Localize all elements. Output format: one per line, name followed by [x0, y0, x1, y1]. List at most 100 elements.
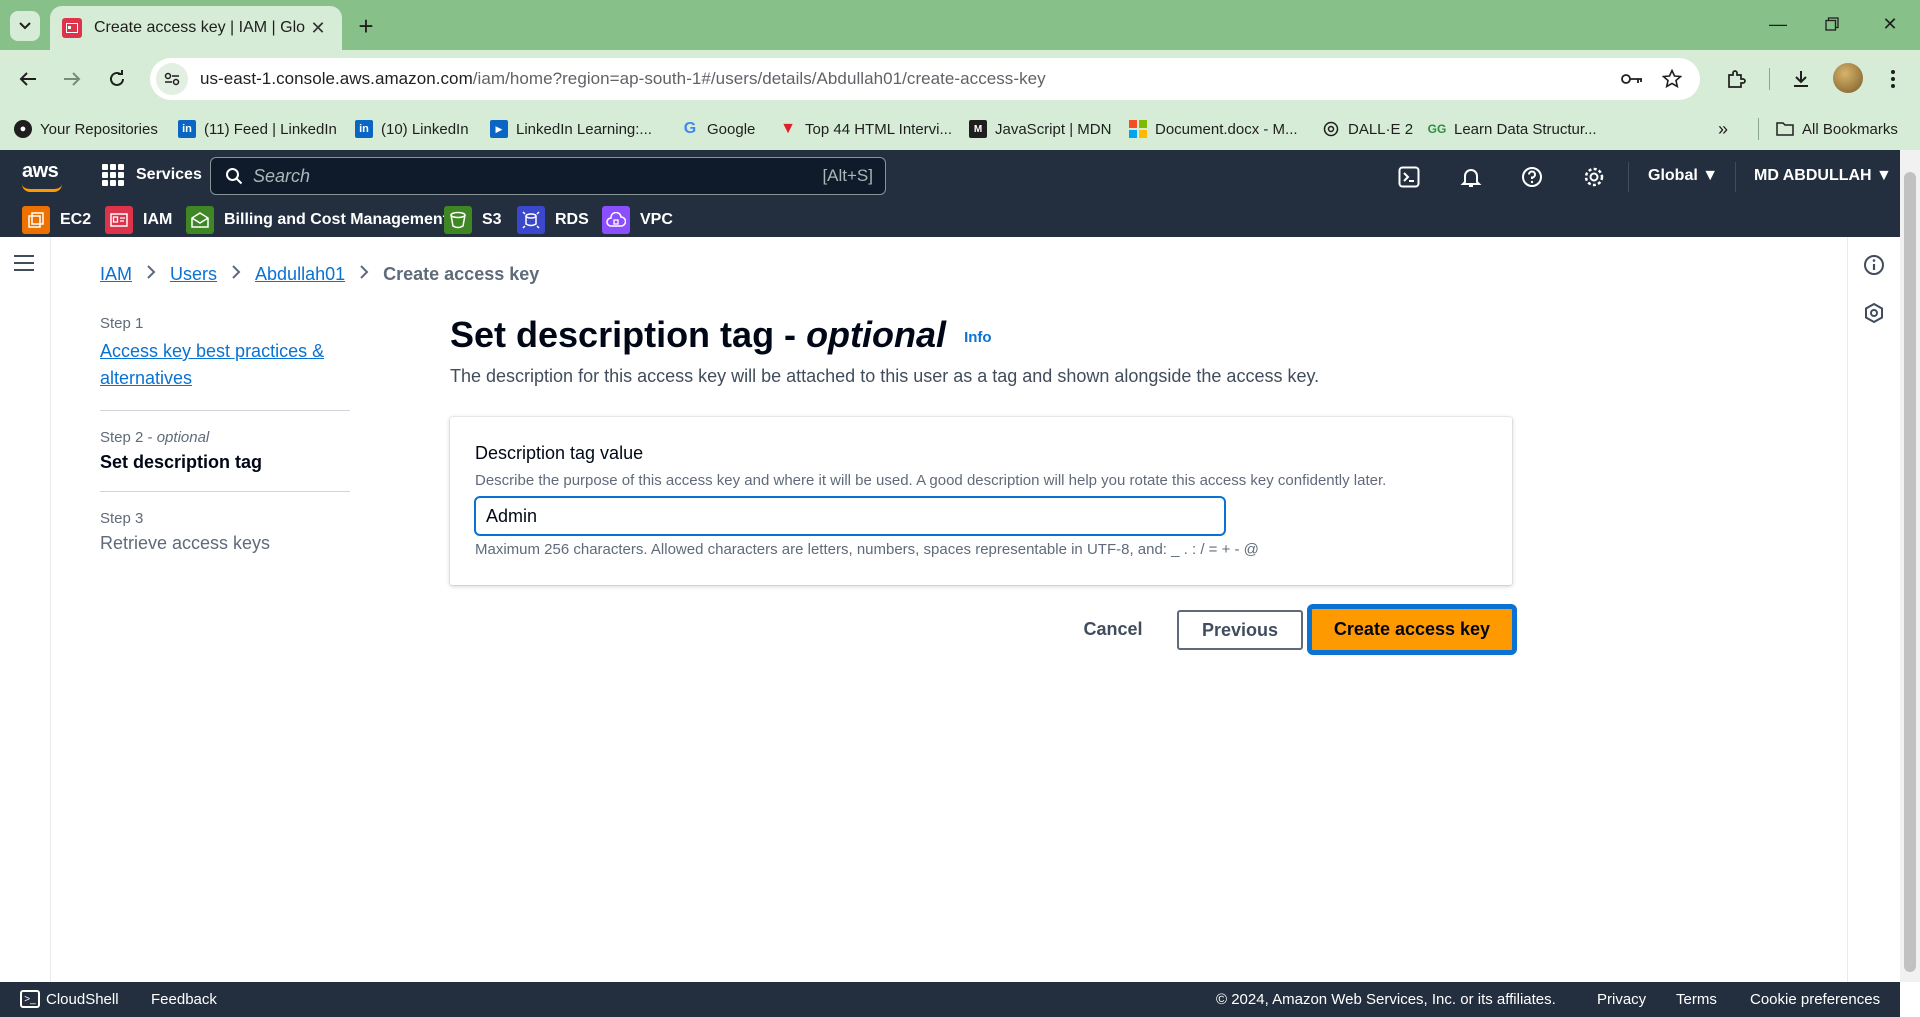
page-scrollbar[interactable] [1900, 150, 1920, 982]
bookmark-item[interactable]: ● Your Repositories [14, 118, 158, 140]
new-tab-plus-icon[interactable]: + [350, 10, 382, 42]
terms-link[interactable]: Terms [1676, 991, 1717, 1008]
openai-icon [1322, 120, 1340, 138]
region-selector[interactable]: Global ▼ [1648, 167, 1718, 185]
back-arrow-icon[interactable] [12, 63, 44, 95]
bookmark-item[interactable]: ▶ LinkedIn Learning:... [490, 118, 652, 140]
settings-gear-icon[interactable] [1579, 162, 1609, 192]
description-tag-input[interactable] [474, 496, 1226, 536]
help-question-icon[interactable] [1517, 162, 1547, 192]
page-description: The description for this access key will… [450, 366, 1320, 386]
bookmark-item[interactable]: ▼ Top 44 HTML Intervi... [779, 118, 952, 140]
hamburger-menu-icon[interactable] [14, 255, 34, 276]
favorite-rds[interactable]: RDS [517, 206, 589, 234]
bookmark-item[interactable]: M JavaScript | MDN [969, 118, 1111, 140]
bookmark-star-icon[interactable] [1658, 65, 1686, 93]
bookmark-item[interactable]: GG Learn Data Structur... [1428, 118, 1597, 140]
vpc-cloud-icon [602, 206, 630, 234]
browser-toolbar: us-east-1.console.aws.amazon.com/iam/hom… [0, 50, 1920, 108]
more-bookmarks-chevron-icon[interactable]: » [1718, 118, 1728, 140]
favorite-billing[interactable]: Billing and Cost Management [186, 206, 448, 234]
tab-close-icon[interactable]: ✕ [306, 16, 330, 40]
url-text: us-east-1.console.aws.amazon.com/iam/hom… [200, 69, 1046, 88]
privacy-link[interactable]: Privacy [1597, 991, 1646, 1008]
account-menu[interactable]: MD ABDULLAH ▼ [1754, 167, 1892, 185]
cloudshell-link[interactable]: CloudShell [46, 991, 119, 1008]
password-key-icon[interactable] [1618, 65, 1646, 93]
chevron-down-icon [19, 22, 31, 30]
rds-database-icon [517, 206, 545, 234]
breadcrumb-users[interactable]: Users [170, 264, 217, 285]
search-placeholder: Search [253, 165, 311, 186]
step-1-label: Step 1 [100, 315, 144, 332]
services-menu-button[interactable]: Services [102, 164, 202, 186]
field-label: Description tag value [475, 443, 644, 463]
bookmark-item[interactable]: in (11) Feed | LinkedIn [178, 118, 337, 140]
cloudshell-icon[interactable] [1394, 162, 1424, 192]
create-access-key-button[interactable]: Create access key [1307, 604, 1517, 655]
toolbar-divider [1769, 68, 1770, 90]
favorite-s3[interactable]: S3 [444, 206, 502, 234]
favorite-iam[interactable]: IAM [105, 206, 172, 234]
minimize-icon[interactable]: — [1756, 8, 1800, 40]
bookmark-item[interactable]: in (10) LinkedIn [355, 118, 469, 140]
tab-title: Create access key | IAM | Global [94, 19, 306, 36]
nav-divider [1735, 162, 1736, 192]
address-bar[interactable]: us-east-1.console.aws.amazon.com/iam/hom… [150, 58, 1700, 100]
aws-top-navigation: aws Services Search [Alt+S] Global ▼ MD … [0, 150, 1900, 237]
step-3-title: Retrieve access keys [100, 533, 271, 553]
forward-arrow-icon[interactable] [56, 63, 88, 95]
aws-search-input[interactable]: Search [Alt+S] [210, 157, 886, 195]
all-bookmarks-button[interactable]: All Bookmarks [1776, 118, 1898, 140]
aws-logo[interactable]: aws [22, 160, 59, 183]
step-1-link[interactable]: Access key best practices & alternatives [100, 338, 350, 392]
favorite-vpc[interactable]: VPC [602, 206, 673, 234]
page-title: Set description tag - optional Info [450, 314, 992, 355]
info-panel-icon[interactable] [1862, 253, 1886, 277]
cancel-button[interactable]: Cancel [1072, 611, 1154, 647]
scrollbar-thumb[interactable] [1904, 172, 1916, 972]
browser-tab-active[interactable]: Create access key | IAM | Global ✕ [50, 6, 342, 50]
extensions-puzzle-icon[interactable] [1720, 63, 1752, 95]
browser-menu-kebab-icon[interactable] [1877, 63, 1909, 95]
breadcrumb-user[interactable]: Abdullah01 [255, 264, 345, 285]
v-logo-icon: ▼ [780, 120, 796, 137]
breadcrumb: IAM Users Abdullah01 Create access key [100, 264, 539, 285]
microsoft-icon [1129, 120, 1147, 138]
bookmarks-divider [1758, 118, 1759, 140]
step-divider [100, 491, 350, 492]
restore-icon[interactable] [1810, 8, 1854, 40]
info-link[interactable]: Info [964, 329, 992, 346]
previous-button[interactable]: Previous [1177, 610, 1303, 650]
step-2-current: Set description tag [100, 452, 263, 472]
left-navigation-rail [0, 237, 51, 982]
breadcrumb-current: Create access key [383, 264, 540, 284]
step-divider [100, 410, 350, 411]
search-shortcut-hint: [Alt+S] [822, 166, 873, 185]
favorite-ec2[interactable]: EC2 [22, 206, 91, 234]
notifications-bell-icon[interactable] [1456, 162, 1486, 192]
amazon-q-icon[interactable] [1862, 301, 1886, 325]
window-close-icon[interactable]: ✕ [1868, 8, 1912, 40]
bookmark-item[interactable]: G Google [681, 118, 756, 140]
site-info-icon[interactable] [156, 63, 188, 95]
download-icon[interactable] [1785, 63, 1817, 95]
bookmark-item[interactable]: Document.docx - M... [1129, 118, 1298, 140]
step-2-label: Step 2 - optional [100, 429, 210, 446]
feedback-link[interactable]: Feedback [151, 991, 217, 1008]
step-3-label: Step 3 [100, 510, 144, 527]
search-icon [226, 168, 243, 185]
bookmark-item[interactable]: DALL·E 2 [1322, 118, 1413, 140]
profile-avatar[interactable] [1833, 63, 1863, 93]
nav-divider [1628, 162, 1629, 192]
description-tag-panel: Description tag value Describe the purpo… [450, 417, 1512, 585]
cookie-preferences-link[interactable]: Cookie preferences [1750, 991, 1880, 1008]
linkedin-icon: in [178, 120, 196, 138]
browser-tab-bar: Create access key | IAM | Global ✕ + — ✕ [0, 0, 1920, 50]
tab-search-button[interactable] [10, 11, 40, 41]
gfg-icon: GG [1427, 122, 1447, 136]
reload-icon[interactable] [101, 63, 133, 95]
field-constraint-text: Maximum 256 characters. Allowed characte… [475, 541, 1259, 558]
breadcrumb-iam[interactable]: IAM [100, 264, 132, 285]
iam-service-icon [105, 206, 133, 234]
